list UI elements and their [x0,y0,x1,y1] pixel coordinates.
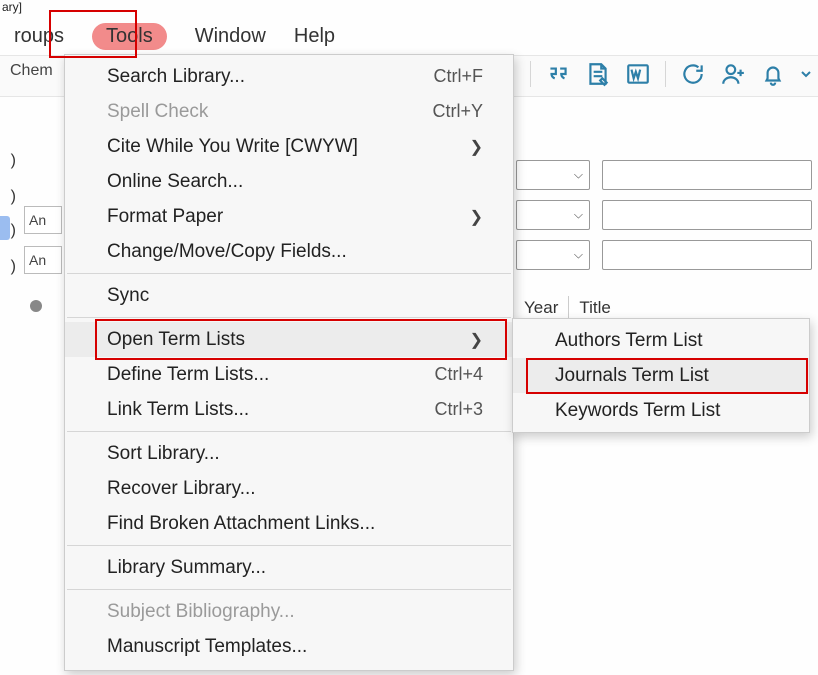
toolbar-left-label: Chem [10,62,53,80]
menu-window[interactable]: Window [181,21,280,52]
filter-combo[interactable]: ⌵ [516,240,590,270]
menu-item-shortcut: Ctrl+Y [432,101,483,122]
chevron-right-icon: ❯ [470,207,483,227]
menu-cwyw[interactable]: Cite While You Write [CWYW] ❯ [65,129,513,164]
menu-item-label: Library Summary... [107,557,266,579]
filter-combo[interactable]: ⌵ [516,200,590,230]
menu-subject-bibliography: Subject Bibliography... [65,594,513,629]
window-caption-fragment: ary] [0,0,22,14]
submenu-keywords-term-list[interactable]: Keywords Term List [513,393,809,428]
sync-icon[interactable] [680,61,706,87]
menu-define-term-lists[interactable]: Define Term Lists... Ctrl+4 [65,357,513,392]
menu-tools[interactable]: Tools [78,19,181,54]
notification-icon[interactable] [760,61,786,87]
toolbar-overflow-icon[interactable] [800,61,812,87]
menu-manuscript-templates[interactable]: Manuscript Templates... [65,629,513,664]
menu-item-label: Open Term Lists [107,329,245,351]
menu-item-label: Cite While You Write [CWYW] [107,136,358,158]
left-marker: ) [0,218,16,244]
menu-item-label: Authors Term List [555,330,702,352]
menu-item-label: Online Search... [107,171,243,193]
chevron-right-icon: ❯ [470,137,483,157]
add-user-icon[interactable] [720,61,746,87]
menu-item-label: Keywords Term List [555,400,720,422]
menu-separator [67,273,511,274]
filter-text[interactable] [602,160,812,190]
menu-separator [67,589,511,590]
menu-separator [67,545,511,546]
menu-format-paper[interactable]: Format Paper ❯ [65,199,513,234]
filter-combo[interactable]: ⌵ [516,160,590,190]
column-title[interactable]: Title [568,296,621,320]
edit-document-icon[interactable] [585,61,611,87]
toolbar-separator [665,61,666,87]
menu-tools-label: Tools [92,23,167,50]
menu-separator [67,317,511,318]
filter-text[interactable] [602,200,812,230]
menu-item-label: Journals Term List [555,365,709,387]
column-year[interactable]: Year [520,296,568,320]
menu-recover-library[interactable]: Recover Library... [65,471,513,506]
submenu-journals-term-list[interactable]: Journals Term List [513,358,809,393]
menu-change-move-copy[interactable]: Change/Move/Copy Fields... [65,234,513,269]
results-header: Year Title [520,296,621,320]
menu-find-broken-links[interactable]: Find Broken Attachment Links... [65,506,513,541]
toolbar-separator [530,61,531,87]
chevron-down-icon: ⌵ [574,168,583,183]
left-field-cell[interactable]: An [24,246,62,274]
chevron-right-icon: ❯ [470,330,483,350]
menu-item-shortcut: Ctrl+3 [434,399,483,420]
menu-sort-library[interactable]: Sort Library... [65,436,513,471]
chevron-down-icon: ⌵ [574,248,583,263]
menu-item-label: Manuscript Templates... [107,636,307,658]
open-term-lists-submenu: Authors Term List Journals Term List Key… [512,318,810,433]
quote-icon[interactable] [545,61,571,87]
menu-help[interactable]: Help [280,21,349,52]
submenu-authors-term-list[interactable]: Authors Term List [513,323,809,358]
menu-item-shortcut: Ctrl+4 [434,364,483,385]
menu-item-label: Sync [107,285,149,307]
filter-text[interactable] [602,240,812,270]
menu-item-label: Search Library... [107,66,245,88]
left-marker: ) [0,254,16,280]
menu-link-term-lists[interactable]: Link Term Lists... Ctrl+3 [65,392,513,427]
menu-item-label: Link Term Lists... [107,399,249,421]
menu-online-search[interactable]: Online Search... [65,164,513,199]
menu-groups[interactable]: roups [0,21,78,52]
menu-item-label: Subject Bibliography... [107,601,295,623]
left-field-cell[interactable]: An [24,206,62,234]
menu-item-label: Format Paper [107,206,223,228]
menu-item-label: Spell Check [107,101,208,123]
menu-library-summary[interactable]: Library Summary... [65,550,513,585]
left-marker: ) [0,184,16,210]
record-dot-icon [30,300,42,312]
menu-open-term-lists[interactable]: Open Term Lists ❯ [65,322,513,357]
menu-item-label: Sort Library... [107,443,220,465]
word-icon[interactable] [625,61,651,87]
menu-search-library[interactable]: Search Library... Ctrl+F [65,59,513,94]
chevron-down-icon: ⌵ [574,208,583,223]
menu-item-label: Change/Move/Copy Fields... [107,241,347,263]
menu-item-label: Define Term Lists... [107,364,269,386]
menu-separator [67,431,511,432]
menu-bar: roups Tools Window Help [0,18,349,54]
left-marker: ) [0,148,16,174]
toolbar-icons [530,58,812,90]
menu-item-label: Find Broken Attachment Links... [107,513,375,535]
menu-sync[interactable]: Sync [65,278,513,313]
menu-spell-check: Spell Check Ctrl+Y [65,94,513,129]
menu-item-shortcut: Ctrl+F [434,66,484,87]
tools-menu-panel: Search Library... Ctrl+F Spell Check Ctr… [64,54,514,671]
menu-item-label: Recover Library... [107,478,256,500]
